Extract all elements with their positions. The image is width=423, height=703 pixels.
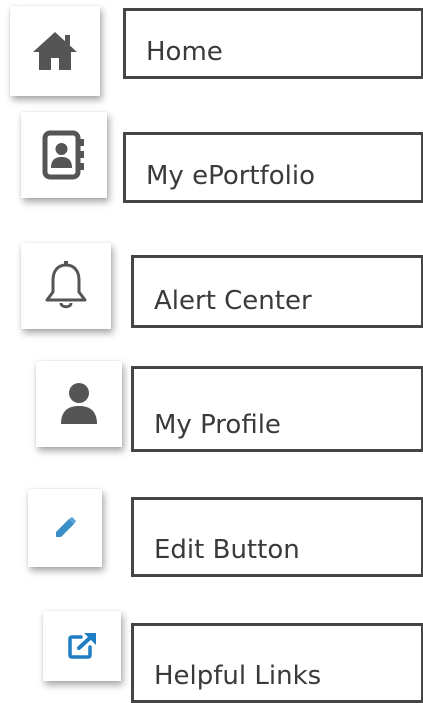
- menu-item-helpful-links-label: Helpful Links: [154, 661, 322, 691]
- menu-item-my-profile[interactable]: My Profile: [131, 366, 423, 452]
- menu-item-my-eportfolio[interactable]: My ePortfolio: [123, 132, 423, 203]
- menu-item-edit-button[interactable]: Edit Button: [131, 497, 423, 577]
- home-icon: [33, 32, 77, 70]
- menu-item-alert-center[interactable]: Alert Center: [131, 255, 423, 328]
- menu-item-edit-button-label: Edit Button: [154, 535, 300, 565]
- address-book-icon-tile[interactable]: [21, 112, 107, 198]
- menu-item-helpful-links[interactable]: Helpful Links: [131, 623, 423, 703]
- bell-icon-tile[interactable]: [21, 243, 111, 329]
- pencil-icon: [56, 517, 76, 537]
- home-icon-tile[interactable]: [10, 6, 100, 96]
- menu-item-home-label: Home: [146, 37, 223, 67]
- menu-item-alert-center-label: Alert Center: [154, 286, 312, 316]
- external-link-icon-tile[interactable]: [43, 611, 121, 681]
- menu-item-home[interactable]: Home: [123, 8, 423, 79]
- menu-item-my-profile-label: My Profile: [154, 410, 281, 440]
- pencil-icon-tile[interactable]: [28, 489, 102, 567]
- menu-item-my-eportfolio-label: My ePortfolio: [146, 161, 316, 191]
- user-icon-tile[interactable]: [36, 361, 122, 447]
- bell-icon: [45, 261, 87, 309]
- address-book-icon: [42, 130, 84, 180]
- user-icon: [61, 383, 97, 424]
- external-link-icon: [68, 633, 96, 659]
